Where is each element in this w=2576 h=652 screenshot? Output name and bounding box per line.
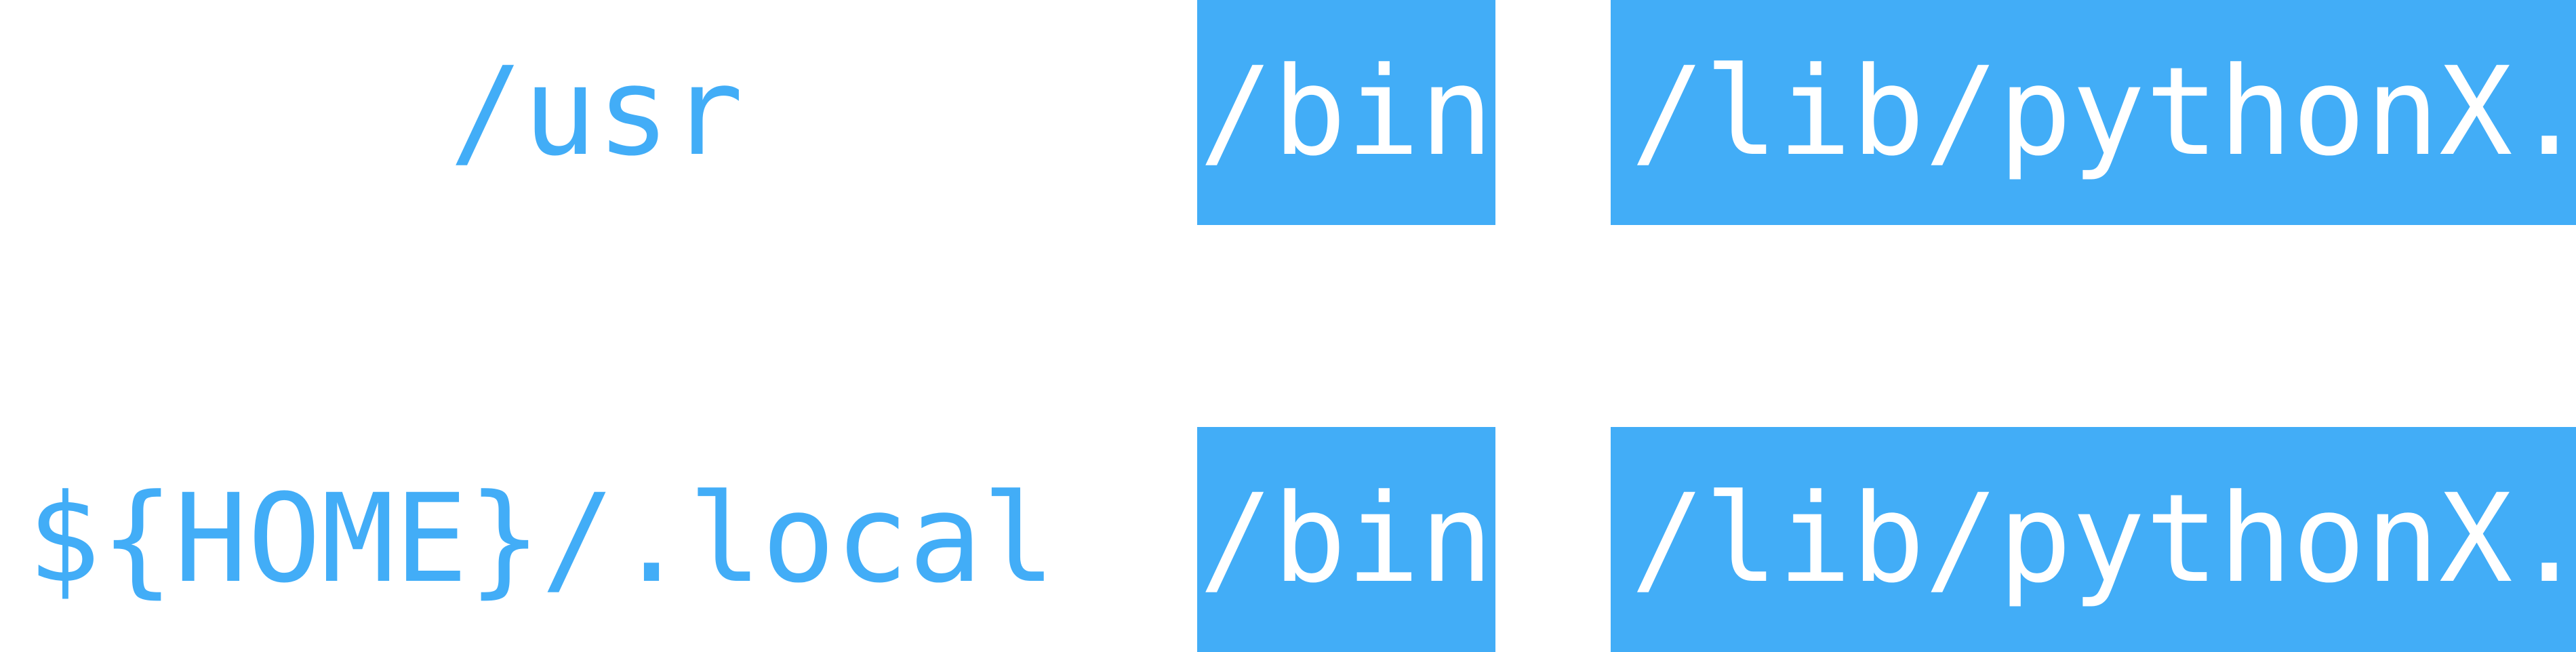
bin-dir-box: /bin (1197, 0, 1495, 225)
lib-dir-box: /lib/pythonX.Y (1611, 0, 2576, 225)
prefix-label-home-local: ${HOME}/.local (27, 468, 1056, 610)
lib-dir-box: /lib/pythonX.Y (1611, 427, 2576, 652)
install-scheme-row-user: ${HOME}/.local /bin /lib/pythonX.Y (0, 427, 2576, 652)
prefix-label-usr: /usr (449, 41, 744, 183)
install-scheme-row-system: /usr /bin /lib/pythonX.Y (0, 0, 2576, 225)
bin-dir-box: /bin (1197, 427, 1495, 652)
